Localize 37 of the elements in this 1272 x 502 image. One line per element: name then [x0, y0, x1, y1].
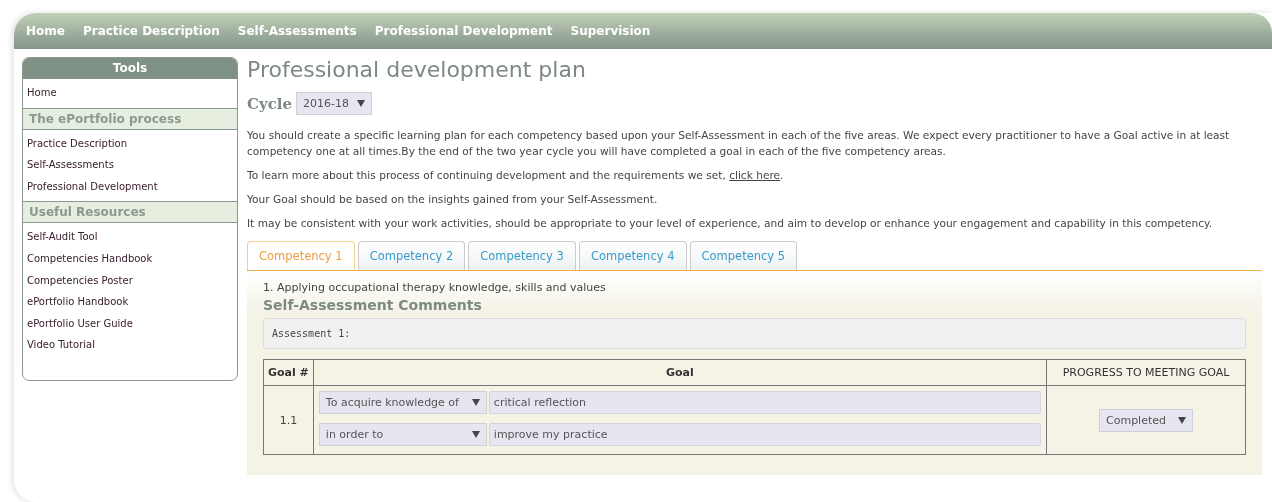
sidebar-link[interactable]: Practice Description [27, 132, 237, 155]
sidebar-heading: Useful Resources [23, 201, 237, 224]
link[interactable]: click here [729, 169, 781, 181]
paragraph: It may be consistent with your work activities, should be appropriate to your level of experience, and aim to develop or enhance your engagement and capability in this competency. [247, 216, 1214, 231]
caret-icon [1178, 416, 1186, 424]
section-heading: Self-Assessment Comments [263, 297, 483, 313]
cycle-dropdown[interactable]: 2016-18 [296, 92, 372, 115]
caret-icon [471, 431, 480, 438]
column-header: Goal [313, 359, 1047, 386]
progress-dropdown[interactable]: Completed [1099, 408, 1193, 432]
goal-dropdown[interactable]: in order to [318, 423, 487, 446]
sidebar-link[interactable]: Professional Development [27, 175, 237, 198]
paragraph: To learn more about this process of continuing development and the requirements we set, click here. [247, 168, 785, 183]
competency-title: 1. Applying occupational therapy knowledge, skills and values [263, 281, 607, 294]
sidebar-heading: The ePortfolio process [23, 107, 237, 130]
paragraph: You should create a specific learning plan for each competency based upon your Self-Assessment in each of the five areas. We expect every practitioner to have a Goal active in at least competency one at all times.By the end of the two year cycle you will have completed a goal in each of the five competency areas. [247, 128, 1231, 159]
goal-dropdown[interactable]: To acquire knowledge of [318, 391, 487, 414]
column-header: Goal # [263, 359, 314, 386]
cycle-label: Cycle [247, 94, 293, 113]
caret-icon [471, 399, 480, 406]
sidebar-link[interactable]: Self-Audit Tool [27, 226, 237, 248]
page-title: Professional development plan [247, 57, 587, 82]
sidebar-title: Tools [23, 58, 237, 79]
paragraph: Your Goal should be based on the insights gained from your Self-Assessment. [247, 192, 659, 207]
sidebar-link[interactable]: Video Tutorial [27, 334, 237, 356]
sidebar-link[interactable]: Home [27, 82, 237, 104]
table-cell: 1.1 [263, 385, 314, 455]
sidebar-link[interactable]: Competencies Poster [27, 269, 237, 292]
sidebar-link[interactable]: Self-Assessments [27, 154, 237, 176]
column-header: PROGRESS TO MEETING GOAL [1046, 359, 1246, 386]
sidebar-link[interactable]: ePortfolio Handbook [27, 291, 237, 313]
caret-icon [357, 100, 365, 107]
sidebar-link[interactable]: ePortfolio User Guide [27, 312, 237, 335]
comment-text: Assessment 1: [272, 328, 351, 339]
sidebar-link[interactable]: Competencies Handbook [27, 247, 237, 270]
goal-input-field[interactable]: improve my practice [488, 423, 1041, 446]
goal-input-field[interactable]: critical reflection [488, 391, 1041, 414]
